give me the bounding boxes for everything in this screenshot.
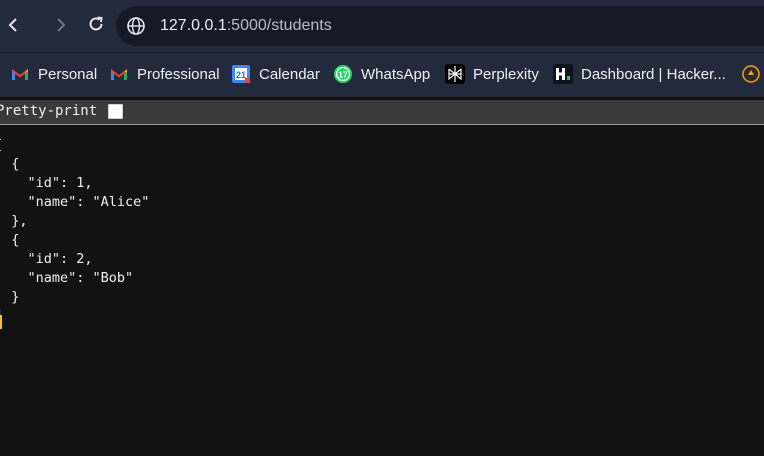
json-content: [ { "id": 1, "name": "Alice" }, { "id": … — [0, 137, 150, 324]
bookmark-label: WhatsApp — [361, 65, 431, 83]
bookmark-label: Personal — [38, 65, 98, 83]
url-path: :5000/students — [226, 17, 332, 34]
text-caret — [0, 315, 2, 329]
pretty-print-label: Pretty-print — [0, 103, 98, 119]
bookmark-label: Perplexity — [473, 65, 539, 83]
perplexity-icon — [445, 64, 465, 84]
bookmark-hackerrank[interactable]: Dashboard | Hacker... — [553, 63, 726, 85]
bookmark-whatsapp[interactable]: 17 WhatsApp — [333, 63, 430, 85]
browser-toolbar: 127.0.0.1:5000/students — [0, 0, 764, 52]
bookmark-personal[interactable]: Personal — [10, 63, 97, 85]
url-text[interactable]: 127.0.0.1:5000/students — [160, 17, 332, 35]
bookmark-label: Professional — [137, 65, 220, 83]
pretty-print-checkbox[interactable] — [108, 104, 123, 119]
extension-icon — [741, 64, 761, 84]
reload-button[interactable] — [82, 12, 110, 40]
gmail-icon — [109, 64, 129, 84]
forward-button[interactable] — [46, 12, 74, 40]
svg-text:21: 21 — [236, 70, 246, 80]
pretty-print-bar: Pretty-print — [0, 100, 764, 125]
svg-text:17: 17 — [338, 70, 348, 80]
globe-icon[interactable] — [126, 16, 146, 36]
whatsapp-icon: 17 — [333, 64, 353, 84]
gmail-icon — [10, 64, 30, 84]
bookmark-professional[interactable]: Professional — [109, 63, 220, 85]
forward-arrow-icon — [54, 16, 66, 37]
calendar-icon: 21 — [231, 64, 251, 84]
reload-icon — [87, 15, 105, 38]
bookmark-label: Dashboard | Hacker... — [581, 65, 726, 83]
back-arrow-icon — [8, 16, 20, 37]
hackerrank-icon — [553, 64, 573, 84]
bookmark-calendar[interactable]: 21 Calendar — [231, 63, 320, 85]
back-button[interactable] — [0, 12, 28, 40]
bookmark-perplexity[interactable]: Perplexity — [445, 63, 539, 85]
address-bar[interactable]: 127.0.0.1:5000/students — [116, 6, 764, 46]
bookmark-label: Calendar — [259, 65, 320, 83]
bookmark-overflow[interactable] — [741, 63, 764, 85]
url-host: 127.0.0.1 — [160, 17, 227, 34]
bookmarks-bar: Personal Professional 21 Calendar 17 Wha… — [0, 52, 764, 97]
